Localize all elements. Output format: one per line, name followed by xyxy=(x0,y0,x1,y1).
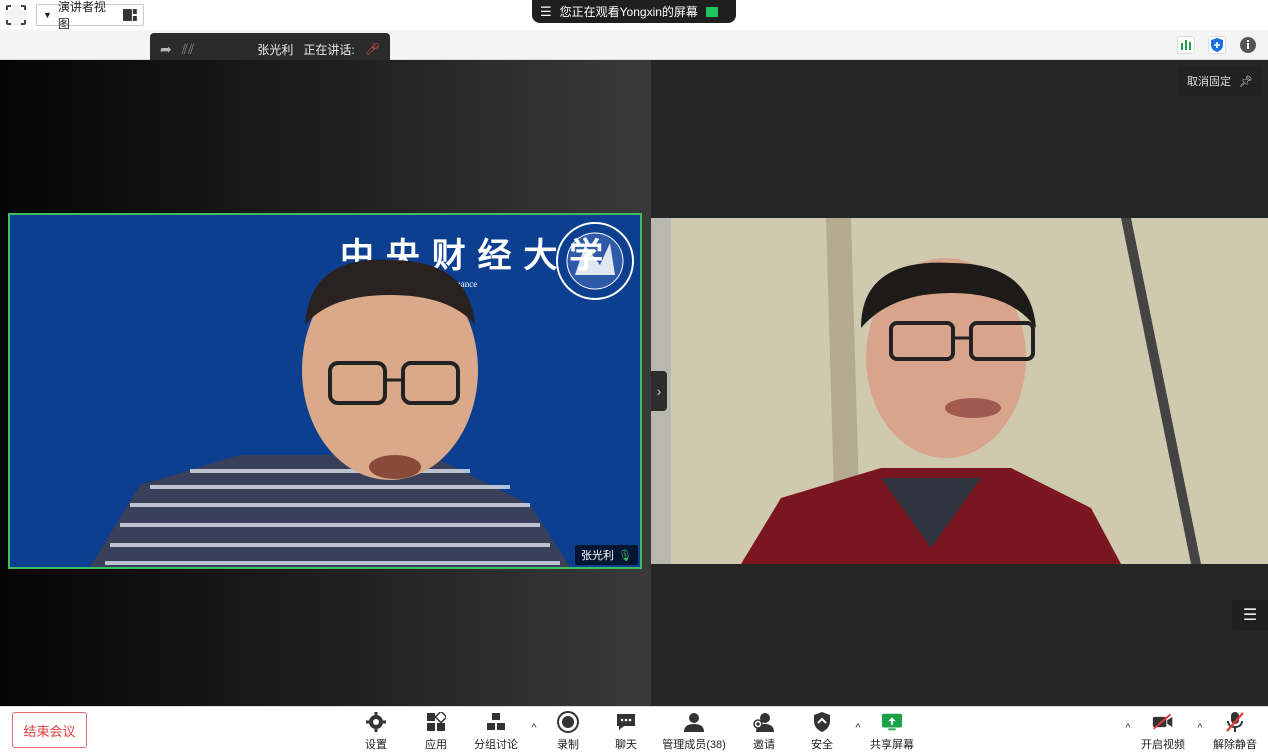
invite-button[interactable]: 邀请 xyxy=(744,708,784,752)
unpin-label: 取消固定 xyxy=(1187,76,1232,88)
speaking-label: 正在讲话: xyxy=(303,42,355,57)
speaker-view-icon xyxy=(123,9,137,21)
share-screen-button[interactable]: 共享屏幕 xyxy=(866,708,918,752)
audio-caret-icon[interactable]: ^ xyxy=(1194,722,1206,734)
start-video-button[interactable]: 开启视频 xyxy=(1138,708,1188,752)
chevron-down-icon: ▼ xyxy=(43,10,52,20)
pinned-participant-video[interactable] xyxy=(651,218,1268,564)
participant-name: 张光利 xyxy=(581,550,615,562)
video-off-icon xyxy=(1152,711,1174,733)
pin-icon: 📌︎ xyxy=(1239,75,1253,88)
signal-bars-icon: ⫽⫽ xyxy=(181,40,195,57)
settings-button[interactable]: 设置 xyxy=(356,708,396,752)
signal-strength-icon[interactable] xyxy=(1177,36,1195,54)
breakout-caret-icon[interactable]: ^ xyxy=(528,722,540,734)
security-shield-icon xyxy=(811,711,833,733)
view-options-pill[interactable]: ☰ 您正在观看Yongxin的屏幕 xyxy=(532,0,736,23)
invite-label: 邀请 xyxy=(753,739,775,751)
security-button[interactable]: 安全 xyxy=(802,708,842,752)
list-menu-icon: ☰ xyxy=(1242,607,1258,624)
apps-icon xyxy=(425,711,447,733)
chat-button[interactable]: 聊天 xyxy=(606,708,646,752)
share-arrow-icon: ➦ xyxy=(160,40,172,57)
participants-button[interactable]: 管理成员(38) xyxy=(660,708,728,752)
apps-button[interactable]: 应用 xyxy=(416,708,456,752)
unpin-button[interactable]: 取消固定 📌︎ xyxy=(1178,66,1262,96)
muted-mic-icon: 🎤︎ xyxy=(364,42,380,56)
unmute-button[interactable]: 解除静音 xyxy=(1210,708,1260,752)
share-screen-icon xyxy=(881,711,903,733)
menu-icon: ☰ xyxy=(540,3,552,19)
mic-active-icon: 🎙︎ xyxy=(618,549,632,562)
breakout-rooms-button[interactable]: 分组讨论 xyxy=(470,708,522,752)
record-label: 录制 xyxy=(557,739,579,751)
add-user-icon xyxy=(753,711,775,733)
share-caret-icon[interactable]: ^ xyxy=(852,722,864,734)
settings-label: 设置 xyxy=(365,739,387,751)
participants-label: 管理成员(38) xyxy=(662,739,726,751)
unmute-label: 解除静音 xyxy=(1213,739,1257,751)
record-icon xyxy=(557,711,579,733)
info-icon[interactable] xyxy=(1239,36,1257,54)
breakout-label: 分组讨论 xyxy=(474,739,518,751)
fullscreen-icon[interactable] xyxy=(5,4,27,26)
speaker-video-image: 中 央 财 经 大 学 Central University of Financ… xyxy=(10,215,640,567)
participant-video-image xyxy=(651,218,1268,564)
encryption-shield-icon[interactable] xyxy=(1208,36,1226,54)
apps-label: 应用 xyxy=(425,739,447,751)
title-bar: ✕ — ☰ 您正在观看Yongxin的屏幕 xyxy=(0,0,1268,30)
breakout-icon xyxy=(485,711,507,733)
view-select-label: 演讲者视图 xyxy=(57,0,106,31)
collapse-panel-button[interactable]: › xyxy=(651,371,667,411)
end-meeting-button[interactable]: 结束会议 xyxy=(12,712,87,748)
speaker-video-tile[interactable]: 中 央 财 经 大 学 Central University of Financ… xyxy=(8,213,642,569)
share-screen-label: 共享屏幕 xyxy=(870,739,914,751)
chevron-right-icon: › xyxy=(656,383,662,399)
chat-icon xyxy=(615,711,637,733)
start-video-label: 开启视频 xyxy=(1141,739,1185,751)
participants-icon xyxy=(683,711,705,733)
side-panel-menu-button[interactable]: ☰ xyxy=(1232,600,1268,630)
video-caret-icon[interactable]: ^ xyxy=(1122,722,1134,734)
view-select[interactable]: ▼ 演讲者视图 xyxy=(36,0,144,31)
record-button[interactable]: 录制 xyxy=(548,708,588,752)
speaking-name: 张光利 xyxy=(257,42,294,57)
security-label: 安全 xyxy=(811,739,833,751)
gear-icon xyxy=(365,711,387,733)
chat-label: 聊天 xyxy=(615,739,637,751)
mic-muted-icon xyxy=(1224,711,1246,733)
share-notice-text: 您正在观看Yongxin的屏幕 xyxy=(559,5,698,19)
green-flag-icon xyxy=(705,6,718,17)
participant-name-tag: 张光利 🎙︎ xyxy=(575,545,638,565)
